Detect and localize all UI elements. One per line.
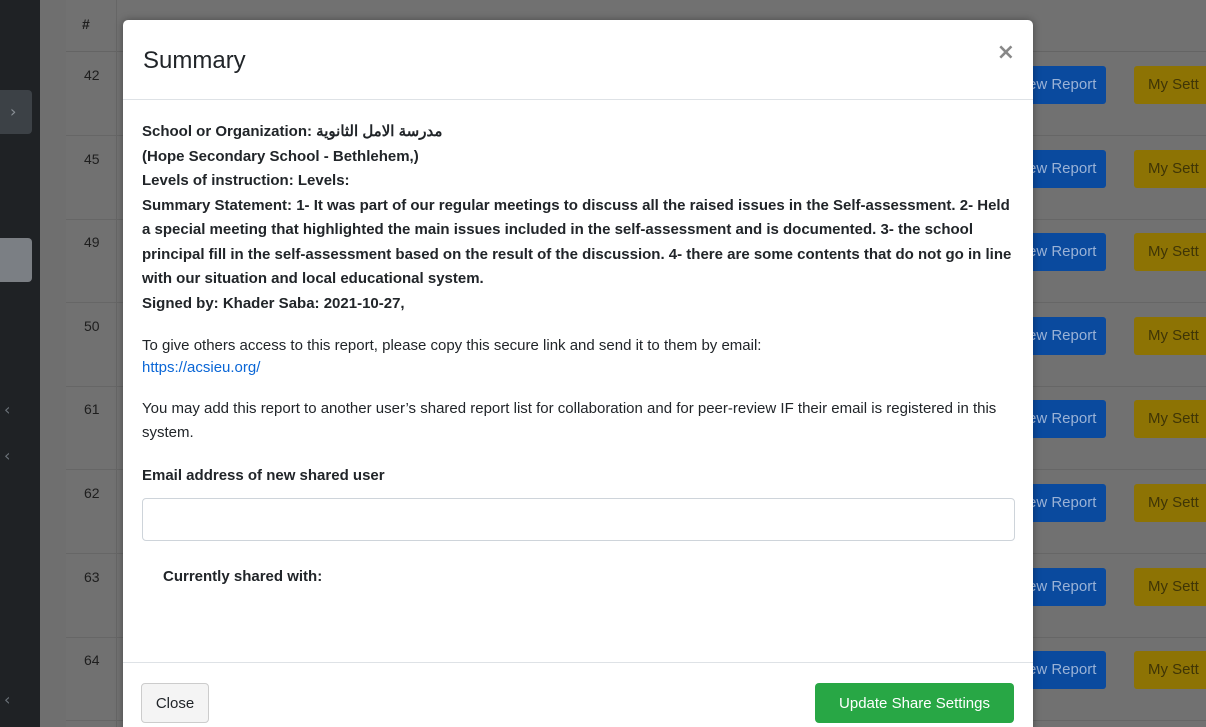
signed-line: Signed by: Khader Saba: 2021-10-27, [142,294,405,312]
share-info-text: To give others access to this report, pl… [142,337,762,354]
row-id: 63 [84,569,100,585]
row-id: 49 [84,234,100,250]
my-settings-button[interactable]: My Sett [1134,150,1206,188]
secure-share-link[interactable]: https://acsieu.org/ [142,357,260,379]
sidebar: › ‹ ‹ ‹ [0,0,40,727]
close-button[interactable]: Close [141,683,209,723]
collapse-icon[interactable]: ‹ [4,446,10,465]
view-report-button[interactable]: ew Report [1022,400,1106,438]
my-settings-button[interactable]: My Sett [1134,317,1206,355]
shared-user-email-input[interactable] [142,498,1015,541]
collapse-icon[interactable]: ‹ [4,690,10,709]
row-id: 50 [84,318,100,334]
my-settings-button[interactable]: My Sett [1134,233,1206,271]
modal-footer: Close Update Share Settings [123,662,1033,727]
row-id: 64 [84,652,100,668]
row-id: 62 [84,485,100,501]
close-icon[interactable]: × [997,40,1015,65]
view-report-button[interactable]: ew Report [1022,233,1106,271]
summary-statement: Summary Statement: 1- It was part of our… [142,196,1012,288]
update-share-settings-button[interactable]: Update Share Settings [815,683,1014,723]
modal-header: Summary × [123,20,1033,100]
my-settings-button[interactable]: My Sett [1134,66,1206,104]
my-settings-button[interactable]: My Sett [1134,568,1206,606]
row-id: 61 [84,401,100,417]
school-alt-name: (Hope Secondary School - Bethlehem,) [142,147,419,165]
my-settings-button[interactable]: My Sett [1134,651,1206,689]
share-info: To give others access to this report, pl… [142,335,1018,379]
email-label: Email address of new shared user [142,467,385,484]
column-header-id[interactable]: # [82,16,90,32]
row-id: 42 [84,67,100,83]
row-id: 45 [84,151,100,167]
modal-title: Summary [143,47,246,74]
view-report-button[interactable]: ew Report [1022,484,1106,522]
view-report-button[interactable]: ew Report [1022,651,1106,689]
summary-modal: Summary × School or Organization: مدرسة … [123,20,1033,727]
levels-line: Levels of instruction: Levels: [142,172,350,189]
my-settings-button[interactable]: My Sett [1134,400,1206,438]
currently-shared-with-label: Currently shared with: [163,568,323,585]
chevron-icon: › [10,102,17,121]
modal-body: School or Organization: مدرسة الامل الثا… [142,120,1018,585]
collapse-icon[interactable]: ‹ [4,400,10,419]
sidebar-item-selected[interactable] [0,238,32,282]
my-settings-button[interactable]: My Sett [1134,484,1206,522]
summary-block: School or Organization: مدرسة الامل الثا… [142,120,1018,316]
view-report-button[interactable]: ew Report [1022,568,1106,606]
view-report-button[interactable]: ew Report [1022,317,1106,355]
collab-info-text: You may add this report to another user’… [142,400,997,441]
view-report-button[interactable]: ew Report [1022,150,1106,188]
view-report-button[interactable]: ew Report [1022,66,1106,104]
school-line: School or Organization: مدرسة الامل الثا… [142,123,443,140]
